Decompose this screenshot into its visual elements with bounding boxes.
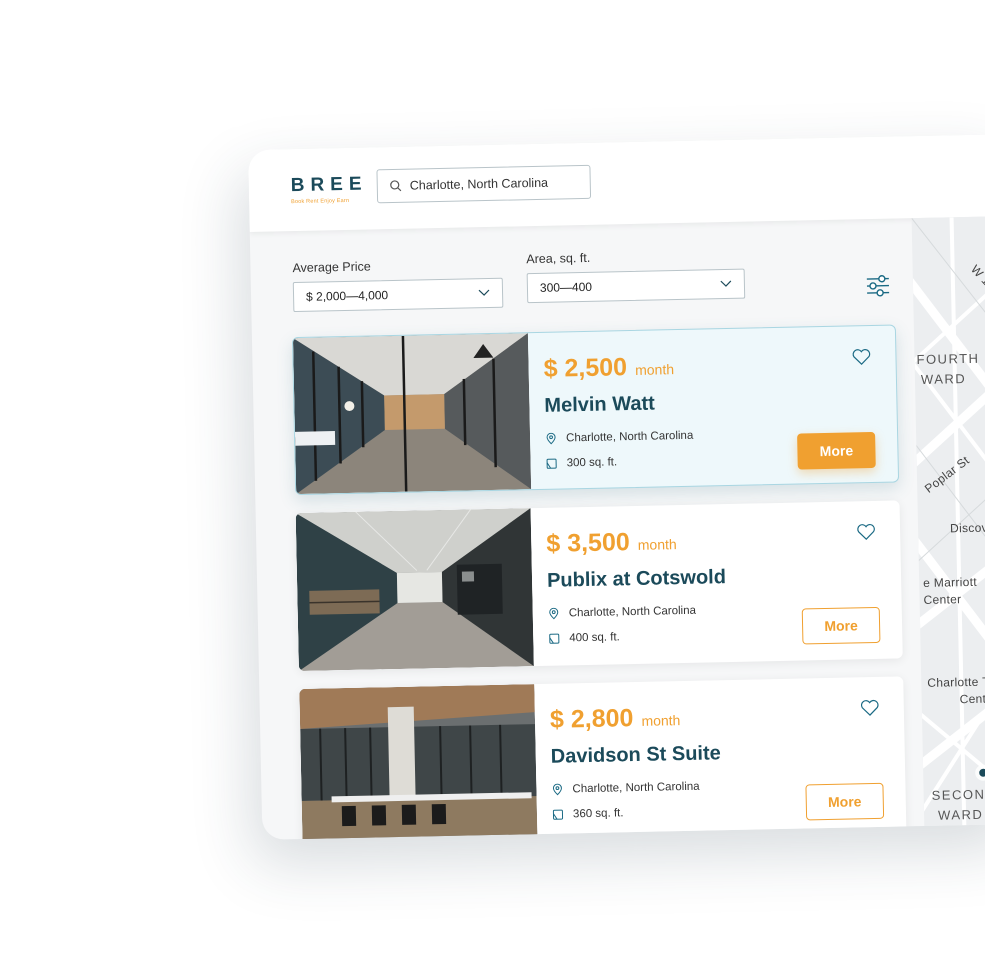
chevron-down-icon [720,280,732,287]
app-window: BREE Book Rent Enjoy Earn Charlotte, Nor… [248,134,985,840]
listing-price: $ 2,800 [549,704,634,734]
map-label: Charlotte Tr [927,674,985,690]
listing-area: 300 sq. ft. [546,456,618,470]
listing-price: $ 3,500 [546,528,631,558]
listing-card[interactable]: $ 3,500 month Publix at Cotswold Charlot… [295,500,903,672]
more-button[interactable]: More [797,431,876,470]
price-filter-label: Average Price [292,259,371,276]
map-label: e Marriott [923,574,978,590]
listing-info: $ 2,500 month Melvin Watt Charlotte, Nor… [543,325,898,488]
logo-wordmark: BREE [290,173,368,197]
map-label: WARD [920,371,967,387]
area-text: 360 sq. ft. [572,807,624,821]
map-label: FOURTH [916,350,980,368]
listing-location: Charlotte, North Carolina [551,780,700,796]
heart-icon[interactable] [856,523,876,541]
price-row: $ 2,500 month [543,352,674,384]
listing-info: $ 2,800 month Davidson St Suite Charlott… [549,676,906,839]
price-unit: month [641,712,681,729]
listing-photo [299,684,538,840]
listing-price: $ 2,500 [543,353,628,383]
price-select[interactable]: $ 2,000—4,000 [292,277,504,313]
area-select-value: 300—400 [539,279,593,295]
price-unit: month [637,536,677,553]
more-button[interactable]: More [805,782,885,821]
listing-photo [295,508,534,672]
top-bar: BREE Book Rent Enjoy Earn Charlotte, Nor… [248,134,985,232]
search-input[interactable]: Charlotte, North Carolina [376,164,592,204]
location-text: Charlotte, North Carolina [565,429,694,445]
area-icon [549,633,560,644]
area-icon [546,458,557,469]
search-icon [390,180,402,192]
location-pin-icon [546,432,556,445]
listing-location: Charlotte, North Carolina [545,430,693,445]
heart-icon[interactable] [851,348,871,366]
listing-card[interactable]: $ 2,800 month Davidson St Suite Charlott… [299,676,907,840]
more-button[interactable]: More [801,606,881,645]
map-label: SECOND [931,786,985,803]
map-label: Center [923,592,962,607]
listing-name: Publix at Cotswold [546,566,727,592]
area-filter: Area, sq. ft. 300—400 [526,248,746,304]
listing-name: Davidson St Suite [550,742,721,768]
listing-info: $ 3,500 month Publix at Cotswold Charlot… [546,500,903,665]
location-pin-icon [549,607,559,620]
area-text: 300 sq. ft. [566,456,618,470]
map-label: WARD [937,806,984,823]
price-row: $ 3,500 month [546,527,677,559]
listing-area: 360 sq. ft. [552,807,624,820]
heart-icon[interactable] [860,699,880,717]
location-text: Charlotte, North Carolina [572,780,700,796]
logo[interactable]: BREE Book Rent Enjoy Earn [291,174,368,206]
logo-tagline: Book Rent Enjoy Earn [291,197,350,206]
price-filter: Average Price $ 2,000—4,000 [292,257,504,313]
map-label: Discove [949,520,985,536]
listing-location: Charlotte, North Carolina [548,605,696,620]
price-select-value: $ 2,000—4,000 [305,288,389,304]
area-filter-label: Area, sq. ft. [526,250,591,267]
search-value: Charlotte, North Carolina [409,175,549,193]
price-row: $ 2,800 month [550,703,681,735]
area-select[interactable]: 300—400 [526,268,746,304]
area-icon [552,809,564,820]
map-panel[interactable]: W 10th FOURTH WARD Poplar St Discove e M… [911,215,985,838]
location-text: Charlotte, North Carolina [568,604,697,620]
chevron-down-icon [478,289,490,296]
listing-name: Melvin Watt [544,392,656,417]
listing-area: 400 sq. ft. [548,631,620,644]
map-label: Center [959,691,985,707]
listing-photo [292,333,532,495]
listing-card[interactable]: $ 2,500 month Melvin Watt Charlotte, Nor… [291,324,900,496]
sliders-icon[interactable] [865,273,892,300]
filters-bar: Average Price $ 2,000—4,000 Area, sq. ft… [292,248,913,321]
price-unit: month [634,361,675,378]
listing-list: $ 2,500 month Melvin Watt Charlotte, Nor… [291,324,907,840]
area-text: 400 sq. ft. [569,631,620,645]
location-pin-icon [552,783,562,796]
